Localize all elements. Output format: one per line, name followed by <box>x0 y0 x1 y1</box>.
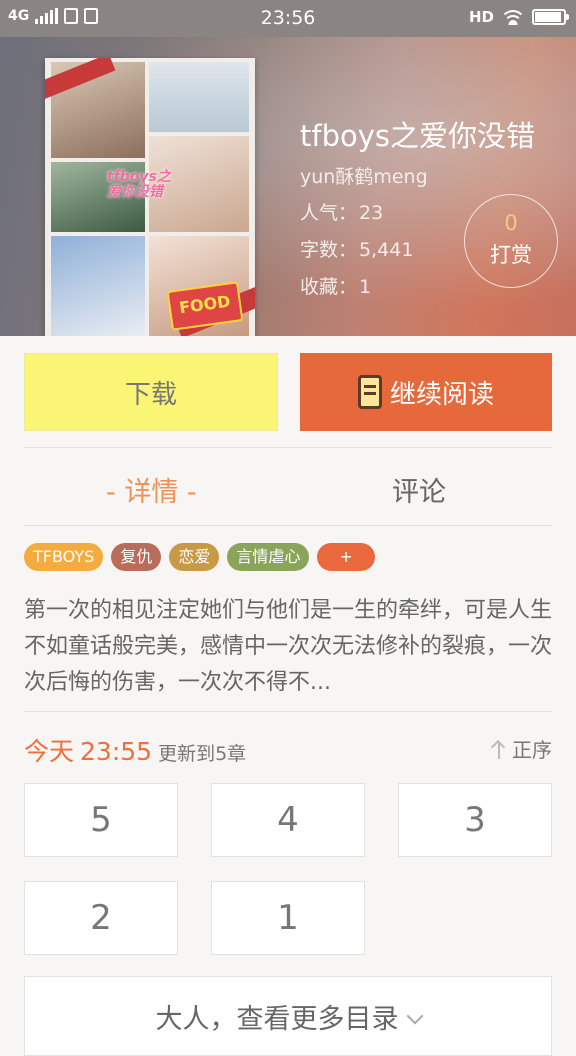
continue-reading-button[interactable]: 继续阅读 <box>300 353 552 431</box>
tip-count: 0 <box>504 211 518 235</box>
favorites-value: 1 <box>359 276 372 298</box>
tab-detail[interactable]: - 详情 - <box>106 470 197 509</box>
battery-icon <box>532 9 569 25</box>
continue-reading-label: 继续阅读 <box>389 379 494 410</box>
tag-0[interactable]: TFBOYS <box>24 543 104 571</box>
tag-2[interactable]: 恋爱 <box>169 543 220 571</box>
sort-label: 正序 <box>512 738 552 762</box>
tag-list: TFBOYS 复仇 恋爱 言情虐心 + <box>24 543 375 571</box>
status-right: HD <box>468 8 569 26</box>
tag-4[interactable]: + <box>317 543 375 571</box>
chevron-down-icon <box>406 1007 423 1025</box>
more-catalog-label: 大人，查看更多目录 <box>155 1004 399 1035</box>
sort-toggle[interactable]: 正序 <box>490 734 552 763</box>
chapter-item[interactable]: 1 <box>211 881 365 955</box>
divider <box>24 447 552 448</box>
book-cover[interactable]: tfboys之爱你没错 FOOD <box>45 58 255 336</box>
chapter-item[interactable]: 2 <box>24 881 178 955</box>
popularity-value: 23 <box>359 202 384 224</box>
download-button[interactable]: 下载 <box>24 353 278 431</box>
word-count-row: 字数： 5,441 <box>300 235 413 262</box>
divider <box>24 525 552 526</box>
chapter-item[interactable]: 3 <box>398 783 552 857</box>
cover-photo <box>149 62 249 132</box>
book-title: tfboys之爱你没错 <box>300 119 536 153</box>
status-bar: 4G 23:56 HD <box>0 0 576 37</box>
word-count-label: 字数： <box>300 239 358 261</box>
arrow-up-icon <box>490 739 508 759</box>
tab-comments[interactable]: 评论 <box>392 470 446 509</box>
favorites-label: 收藏： <box>300 276 358 298</box>
wifi-icon <box>502 9 524 25</box>
tag-1[interactable]: 复仇 <box>111 543 162 571</box>
more-catalog-button[interactable]: 大人，查看更多目录 <box>24 976 552 1056</box>
divider <box>24 711 552 712</box>
chapter-item[interactable]: 4 <box>211 783 365 857</box>
popularity-label: 人气： <box>300 202 358 224</box>
cover-title-text: tfboys之爱你没错 <box>107 169 171 201</box>
word-count-value: 5,441 <box>359 239 414 261</box>
chapter-item[interactable]: 5 <box>24 783 178 857</box>
book-icon <box>357 375 382 409</box>
favorites-row: 收藏： 1 <box>300 272 371 299</box>
tag-3[interactable]: 言情虐心 <box>227 543 310 571</box>
update-info: 今天 23:55 更新到5章 <box>24 732 246 768</box>
book-header: tfboys之爱你没错 FOOD tfboys之爱你没错 yun酥鹤meng 人… <box>0 37 576 336</box>
cover-photo <box>51 236 145 336</box>
update-text: 更新到5章 <box>158 743 247 765</box>
hd-indicator: HD <box>468 8 494 26</box>
update-time: 23:55 <box>80 737 153 766</box>
popularity-row: 人气： 23 <box>300 198 383 225</box>
book-author[interactable]: yun酥鹤meng <box>300 162 428 189</box>
tip-button[interactable]: 0 打赏 <box>464 194 558 288</box>
tip-label: 打赏 <box>490 243 532 267</box>
download-label: 下载 <box>124 379 177 410</box>
book-description[interactable]: 第一次的相见注定她们与他们是一生的牵绊，可是人生不如童话般完美，感情中一次次无法… <box>24 593 554 701</box>
update-day: 今天 <box>24 737 75 766</box>
